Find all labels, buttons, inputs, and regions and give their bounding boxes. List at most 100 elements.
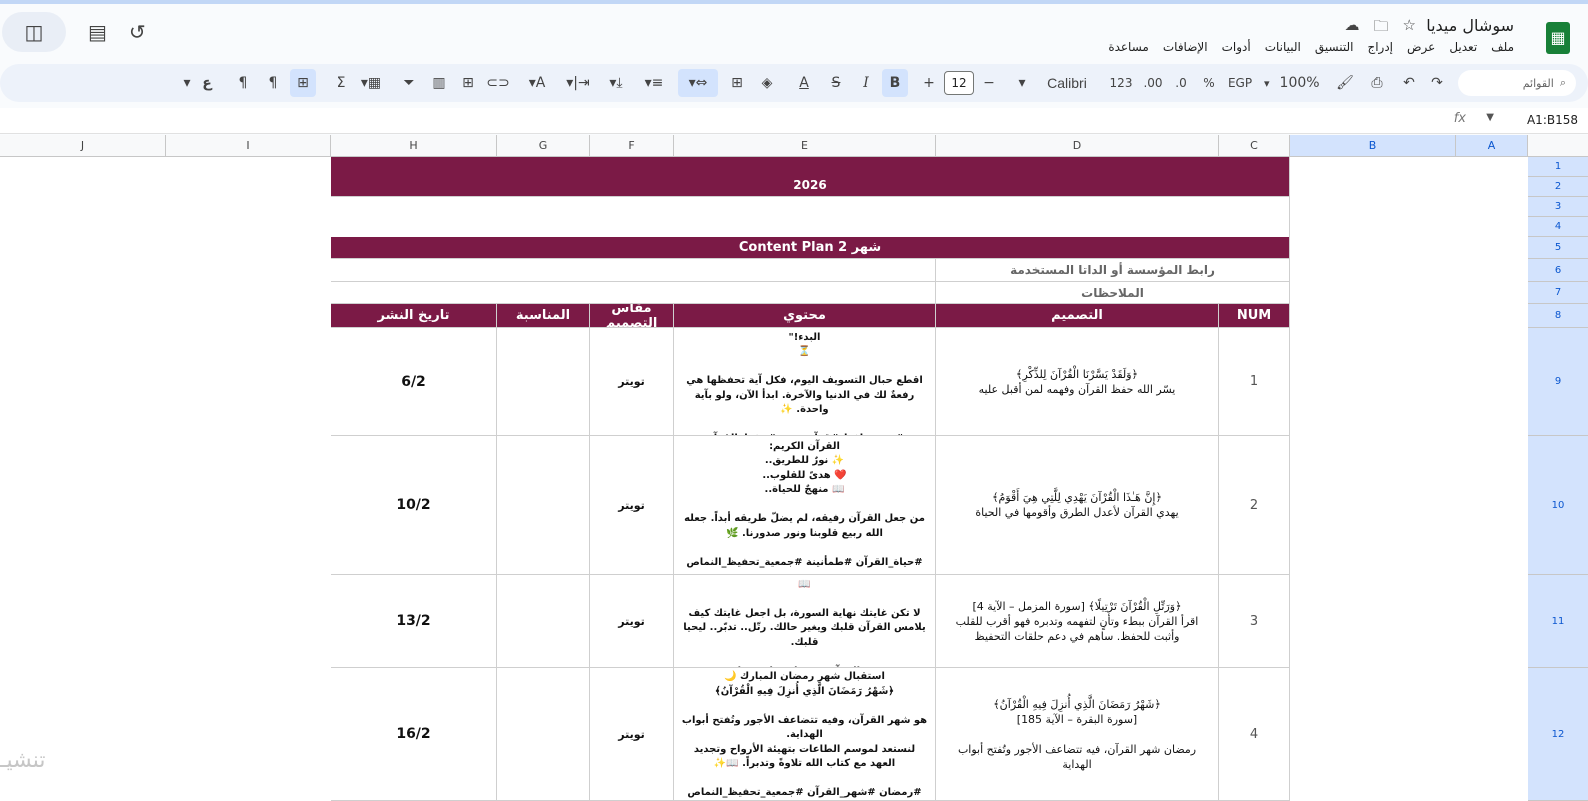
notes-label[interactable]: الملاحظات	[936, 282, 1290, 304]
row-header[interactable]: 8	[1528, 304, 1588, 328]
font-dropdown-icon[interactable]: ▾	[1012, 64, 1032, 102]
header-content[interactable]: محتوي	[674, 304, 936, 328]
row-header[interactable]: 11	[1528, 575, 1588, 668]
row-header[interactable]: 5	[1528, 237, 1588, 259]
entry-occasion[interactable]	[497, 668, 590, 801]
entry-content[interactable]: "حفظ القرآن ليس صعباً.. الصعبُ حقاً هو أ…	[674, 328, 936, 436]
menu-help[interactable]: مساعدة	[1108, 40, 1149, 54]
move-folder-icon[interactable]: 🗀	[1374, 16, 1389, 41]
entry-design[interactable]: ﴿وَرَتِّلِ الْقُرْآنَ تَرْتِيلًا﴾ [سورة …	[936, 575, 1219, 668]
vertical-align-icon[interactable]: ▾⤓	[598, 64, 634, 102]
entry-occasion[interactable]	[497, 328, 590, 436]
org-link-label[interactable]: رابط المؤسسة أو الداتا المستخدمة	[936, 259, 1290, 282]
font-size-input[interactable]: 12	[944, 71, 974, 95]
row-header[interactable]: 3	[1528, 197, 1588, 217]
column-header-f[interactable]: F	[590, 135, 674, 157]
wrap-text-icon[interactable]: ▾|⇥	[560, 64, 596, 102]
entry-design[interactable]: ﴿شَهْرُ رَمَضَانَ الَّذِي أُنزِلَ فِيهِ …	[936, 668, 1219, 801]
entry-content[interactable]: استقبال شهر رمضان المبارك 🌙 ﴿شَهْرُ رَمَ…	[674, 668, 936, 801]
font-select[interactable]: Calibri	[1040, 64, 1094, 102]
menu-file[interactable]: ملف	[1491, 40, 1514, 54]
menu-data[interactable]: البيانات	[1265, 40, 1301, 54]
column-header-b[interactable]: B	[1290, 135, 1456, 157]
increase-decimals-button[interactable]: .00	[1140, 64, 1166, 102]
name-box[interactable]: A1:B158	[1527, 113, 1578, 127]
chart-icon[interactable]: ▥	[428, 64, 450, 102]
increase-font-button[interactable]: +	[920, 64, 938, 102]
ltr-direction-button[interactable]: ¶	[232, 64, 254, 102]
star-icon[interactable]: ☆	[1403, 16, 1416, 41]
notes-value[interactable]	[331, 282, 936, 304]
entry-date[interactable]: 6/2	[331, 328, 497, 436]
menu-insert[interactable]: إدراج	[1367, 40, 1393, 54]
spreadsheet-grid[interactable]: A B C D E F G H I J 1 2 3 4 5 6 7 8 9 10…	[0, 135, 1588, 801]
column-header-d[interactable]: D	[936, 135, 1219, 157]
column-header-h[interactable]: H	[331, 135, 497, 157]
entry-num[interactable]: 2	[1219, 436, 1290, 575]
entry-size[interactable]: تويتر	[590, 575, 674, 668]
year-cell[interactable]: 2026	[331, 157, 1290, 197]
entry-size[interactable]: تويتر	[590, 328, 674, 436]
header-design[interactable]: التصميم	[936, 304, 1219, 328]
fill-color-icon[interactable]: ◈	[756, 64, 778, 102]
paint-format-icon[interactable]: 🖌	[1334, 64, 1356, 102]
entry-occasion[interactable]	[497, 436, 590, 575]
row-header[interactable]: 9	[1528, 328, 1588, 436]
decrease-decimals-button[interactable]: .0	[1170, 64, 1192, 102]
menu-format[interactable]: التنسيق	[1315, 40, 1354, 54]
borders-icon[interactable]: ⊞	[726, 64, 748, 102]
redo-icon[interactable]: ↷	[1426, 64, 1448, 102]
number-format-button[interactable]: 123	[1108, 64, 1134, 102]
entry-content[interactable]: "الترتيل مفتاح التدبر.. ومع التدبر تحيا …	[674, 575, 936, 668]
meet-button[interactable]: ◫	[2, 12, 66, 52]
row-header[interactable]: 6	[1528, 259, 1588, 282]
row-header[interactable]: 7	[1528, 282, 1588, 304]
org-link-value[interactable]	[331, 259, 936, 282]
search-menus-input[interactable]: القوائم ⌕	[1458, 70, 1576, 96]
strikethrough-button[interactable]: S	[826, 64, 846, 102]
column-header-g[interactable]: G	[497, 135, 590, 157]
menu-extensions[interactable]: الإضافات	[1163, 40, 1208, 54]
table-icon[interactable]: ▾▦	[356, 64, 386, 102]
entry-num[interactable]: 4	[1219, 668, 1290, 801]
italic-button[interactable]: I	[856, 64, 876, 102]
filter-icon[interactable]: ⏷	[398, 64, 420, 102]
entry-num[interactable]: 1	[1219, 328, 1290, 436]
merge-cells-icon[interactable]: ▾⇔	[678, 69, 718, 97]
column-header-c[interactable]: C	[1219, 135, 1290, 157]
entry-size[interactable]: تويتر	[590, 436, 674, 575]
sum-button[interactable]: Σ	[330, 64, 352, 102]
link-icon[interactable]: ⊂⊃	[486, 64, 509, 102]
comment-add-icon[interactable]: ⊞	[457, 64, 479, 102]
row-header[interactable]: 1	[1528, 157, 1588, 177]
sheets-logo-icon[interactable]: ▦	[1546, 22, 1570, 54]
percent-button[interactable]: %	[1198, 64, 1220, 102]
row-header[interactable]: 4	[1528, 217, 1588, 237]
entry-occasion[interactable]	[497, 575, 590, 668]
freeze-icon[interactable]: ⊞	[290, 69, 316, 97]
header-num[interactable]: NUM	[1219, 304, 1290, 328]
plan-title-cell[interactable]: شهر 2 Content Plan	[331, 237, 1290, 259]
entry-content[interactable]: القرآن الكريم: ✨ نورٌ للطريق.. ❤️ هدىً ل…	[674, 436, 936, 575]
entry-date[interactable]: 10/2	[331, 436, 497, 575]
zoom-select[interactable]: ▾ 100%	[1264, 64, 1320, 102]
entry-num[interactable]: 3	[1219, 575, 1290, 668]
header-occasion[interactable]: المناسبة	[497, 304, 590, 328]
blank-band[interactable]	[331, 197, 1290, 237]
row-header[interactable]: 2	[1528, 177, 1588, 197]
menu-edit[interactable]: تعديل	[1449, 40, 1477, 54]
horizontal-align-icon[interactable]: ▾≡	[638, 64, 670, 102]
rotate-text-icon[interactable]: ▾A	[520, 64, 554, 102]
header-date[interactable]: تاريخ النشر	[331, 304, 497, 328]
column-header-e[interactable]: E	[674, 135, 936, 157]
document-title[interactable]: سوشال ميديا	[1426, 16, 1514, 35]
decrease-font-button[interactable]: −	[980, 64, 998, 102]
column-header-i[interactable]: I	[166, 135, 331, 157]
text-color-button[interactable]: A	[792, 64, 816, 102]
row-header[interactable]: 12	[1528, 668, 1588, 801]
version-history-icon[interactable]: ↺	[129, 20, 146, 44]
entry-date[interactable]: 16/2	[331, 668, 497, 801]
header-size[interactable]: مقاس التصميم	[590, 304, 674, 328]
entry-size[interactable]: تويتر	[590, 668, 674, 801]
bold-button[interactable]: B	[882, 69, 908, 97]
